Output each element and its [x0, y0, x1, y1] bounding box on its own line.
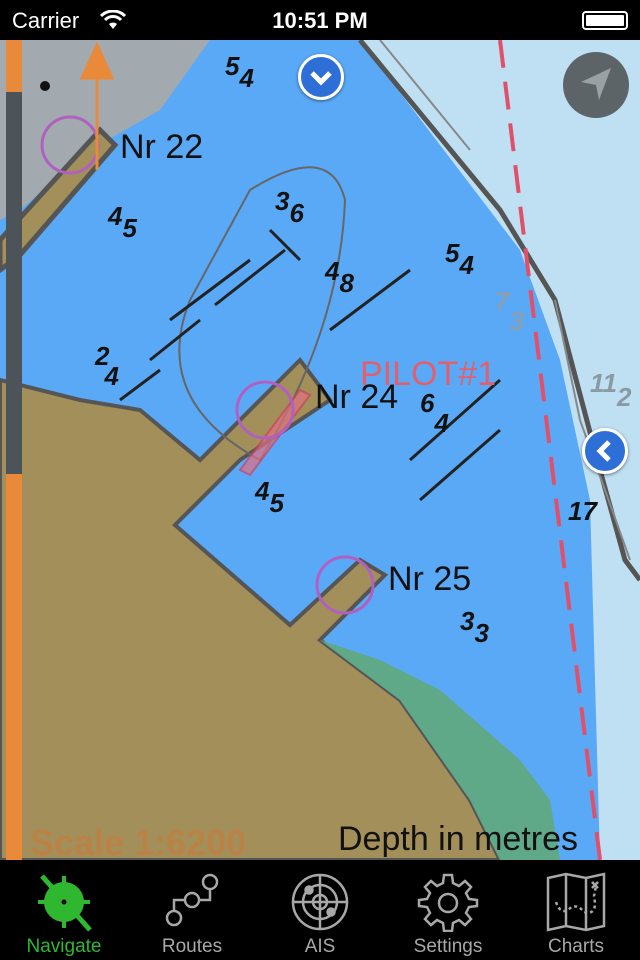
status-bar: Carrier 10:51 PM [0, 0, 640, 40]
chevron-down-icon [310, 71, 332, 86]
map-icon [546, 872, 606, 932]
tab-label: Navigate [26, 936, 102, 957]
tab-routes[interactable]: Routes [128, 860, 256, 960]
route-icon [165, 873, 219, 927]
tab-label: Charts [548, 936, 604, 957]
depth-units-label: Depth in metres [338, 820, 578, 858]
zoom-slider[interactable] [6, 40, 22, 860]
tab-settings[interactable]: Settings [384, 860, 512, 960]
compass-icon [38, 874, 92, 932]
location-arrow-icon [581, 68, 611, 100]
gear-icon [417, 873, 479, 932]
tab-label: Settings [413, 936, 483, 957]
tab-bar: Navigate Routes AIS Settings Charts [0, 860, 640, 960]
clock: 10:51 PM [272, 8, 368, 33]
tab-navigate[interactable]: Navigate [0, 860, 128, 960]
expand-left-button[interactable] [582, 428, 628, 474]
scale-label: Scale 1:6200 [30, 822, 246, 860]
collapse-down-button[interactable] [298, 54, 344, 100]
tab-label: Routes [161, 936, 223, 957]
tab-ais[interactable]: AIS [256, 860, 384, 960]
berth-label: Nr 25 [388, 560, 471, 598]
pilot-label: PILOT#1 [360, 355, 496, 393]
radar-icon [291, 873, 349, 931]
tab-label: AIS [304, 936, 336, 957]
chevron-left-icon [596, 440, 611, 462]
chart-map[interactable]: 54 45 36 48 54 24 73 64 45 33 112 17 Nr … [0, 40, 640, 860]
berth-label: Nr 22 [120, 128, 203, 166]
battery-icon [582, 11, 628, 30]
locate-button[interactable] [563, 52, 629, 118]
tab-charts[interactable]: Charts [512, 860, 640, 960]
sounding: 17 [568, 496, 598, 526]
